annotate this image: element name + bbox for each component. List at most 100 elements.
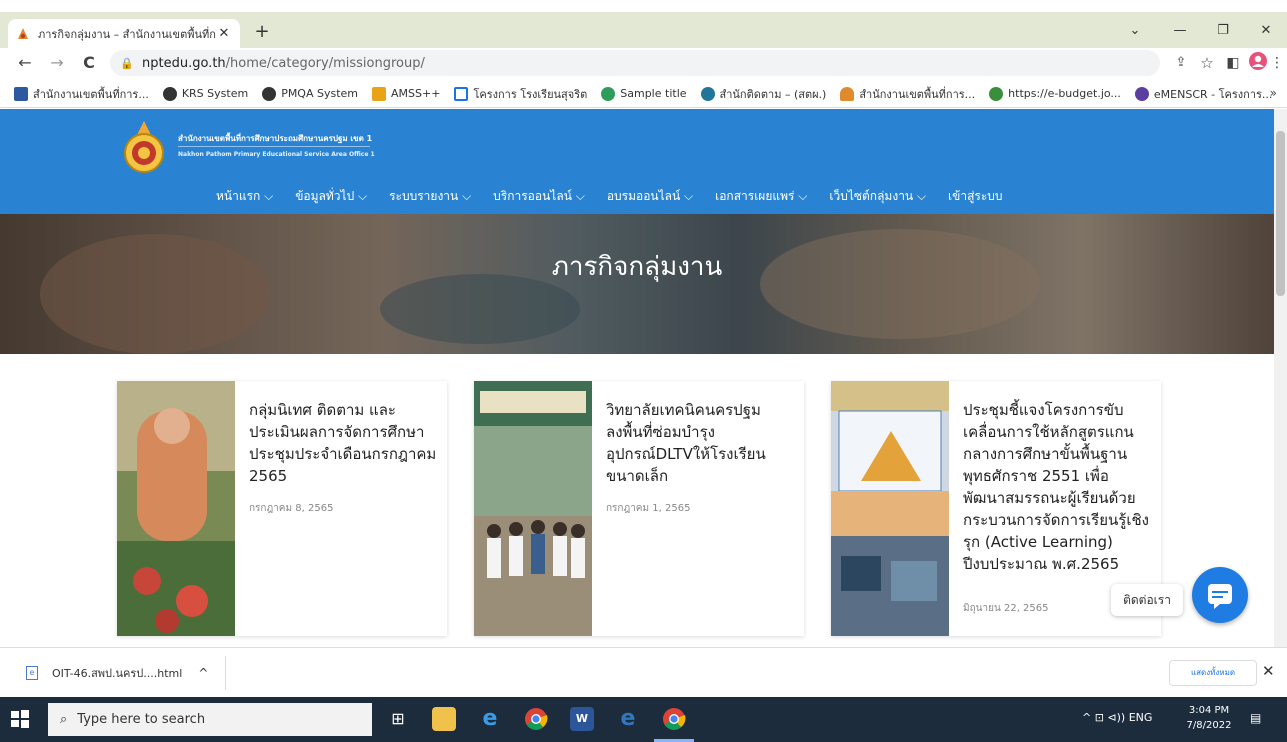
am-icon — [14, 86, 28, 101]
nav-item-publications[interactable]: เอกสารเผยแพร่ ⌵ — [715, 187, 807, 206]
browser-tab[interactable]: ภารกิจกลุ่มงาน – สำนักงานเขตพื้นที่การ ✕ — [8, 19, 240, 48]
bookmark-item[interactable]: โครงการ โรงเรียนสุจริต — [454, 85, 587, 103]
bookmark-item[interactable]: สำนักงานเขตพื้นที่การ... — [840, 85, 975, 103]
bookmarks-bar: สำนักงานเขตพื้นที่การ... KRS System PMQA… — [0, 80, 1287, 108]
navigation-bar: ← → C 🔒 nptedu.go.th/home/category/missi… — [0, 48, 1287, 78]
lock-icon: 🔒 — [120, 56, 134, 70]
menu-kebab-icon[interactable]: ⋮ — [1266, 52, 1287, 74]
nav-item-home[interactable]: หน้าแรก ⌵ — [216, 187, 273, 206]
bookmark-label: eMENSCR - โครงการ... — [1153, 87, 1273, 101]
sample-icon — [601, 86, 616, 101]
bookmark-label: KRS System — [181, 87, 249, 100]
minimize-button[interactable]: — — [1165, 20, 1195, 42]
url-path: /home/category/missiongroup/ — [225, 55, 425, 71]
tab-close-button[interactable]: ✕ — [216, 26, 232, 41]
system-tray[interactable]: ^ ⊡ ⊲)) ENG — [1082, 711, 1152, 724]
chat-bubble-icon — [1208, 584, 1232, 609]
nav-item-group-websites[interactable]: เว็บไซต์กลุ่มงาน ⌵ — [829, 187, 926, 206]
globe-icon — [162, 86, 177, 101]
edge-icon[interactable]: e — [616, 707, 640, 731]
bookmark-item[interactable]: Sample title — [601, 86, 687, 101]
bookmark-item[interactable]: AMSS++ — [372, 86, 441, 101]
bookmark-item[interactable]: สำนักติดตาม – (สตผ.) — [700, 85, 827, 103]
page-viewport: สำนักงานเขตพื้นที่การศึกษาประถมศึกษานครป… — [0, 109, 1274, 647]
seal-icon — [840, 86, 855, 101]
bookmark-label: สำนักติดตาม – (สตผ.) — [719, 87, 827, 101]
contact-us-label[interactable]: ติดต่อเรา — [1111, 584, 1183, 616]
download-item[interactable]: e OIT-46.สพป.นครป....html ^ — [10, 656, 226, 690]
taskbar-clock[interactable]: 3:04 PM 7/8/2022 — [1184, 703, 1234, 733]
page-banner: ภารกิจกลุ่มงาน — [0, 214, 1274, 354]
show-all-downloads-button[interactable]: แสดงทั้งหมด — [1169, 660, 1257, 686]
chevron-up-icon[interactable]: ^ — [198, 666, 208, 680]
clock-time: 3:04 PM — [1188, 705, 1230, 716]
bookmark-label: AMSS++ — [391, 87, 441, 100]
page-title: ภารกิจกลุ่มงาน — [551, 252, 723, 282]
forward-button[interactable]: → — [46, 52, 68, 74]
reload-button[interactable]: C — [78, 52, 100, 74]
side-panel-icon[interactable]: ◧ — [1222, 52, 1244, 74]
download-bar-close-button[interactable]: ✕ — [1262, 662, 1275, 680]
article-card[interactable]: วิทยาลัยเทคนิคนครปฐม ลงพื้นที่ซ่อมบำรุง … — [474, 381, 804, 636]
tab-search-button[interactable]: ⌄ — [1120, 20, 1150, 42]
nav-item-general-info[interactable]: ข้อมูลทั่วไป ⌵ — [295, 187, 367, 206]
taskbar-search-box[interactable]: ⌕ Type here to search — [48, 703, 372, 736]
windows-taskbar: ⌕ Type here to search ⊞ e W e ^ ⊡ ⊲)) EN… — [0, 697, 1287, 742]
search-icon: ⌕ — [60, 712, 68, 727]
html-file-icon: e — [26, 666, 38, 680]
emenscr-icon — [1134, 86, 1149, 101]
new-tab-button[interactable]: + — [250, 20, 274, 44]
nav-item-online-services[interactable]: บริการออนไลน์ ⌵ — [493, 187, 585, 206]
windows-start-icon[interactable] — [10, 709, 30, 729]
bookmark-label: https://e-budget.jo... — [1008, 87, 1121, 100]
download-bar: e OIT-46.สพป.นครป....html ^ แสดงทั้งหมด … — [0, 647, 1287, 697]
bookmark-label: สำนักงานเขตพื้นที่การ... — [859, 87, 976, 101]
file-explorer-icon[interactable] — [432, 707, 456, 731]
tab-title: ภารกิจกลุ่มงาน – สำนักงานเขตพื้นที่การ — [38, 27, 216, 41]
browser-tab-strip: ภารกิจกลุ่มงาน – สำนักงานเขตพื้นที่การ ✕… — [0, 12, 1287, 48]
ebudget-icon — [989, 86, 1004, 101]
notification-center-icon[interactable]: ▤ — [1250, 711, 1266, 727]
site-name-english[interactable]: Nakhon Pathom Primary Educational Servic… — [178, 151, 375, 158]
article-thumbnail[interactable] — [831, 381, 949, 636]
article-thumbnail[interactable] — [117, 381, 235, 636]
bookmark-label: PMQA System — [281, 87, 359, 100]
chrome-active-icon[interactable] — [662, 707, 686, 731]
nav-item-online-training[interactable]: อบรมออนไลน์ ⌵ — [607, 187, 693, 206]
bookmark-item[interactable]: PMQA System — [262, 86, 359, 101]
back-button[interactable]: ← — [14, 52, 36, 74]
calendar-icon — [454, 86, 469, 101]
site-logo-seal-icon[interactable] — [123, 121, 165, 173]
article-title[interactable]: กลุ่มนิเทศ ติดตาม และประเมินผลการจัดการศ… — [249, 399, 437, 487]
bookmark-item[interactable]: KRS System — [162, 86, 249, 101]
window-close-button[interactable]: ✕ — [1251, 20, 1281, 42]
article-title[interactable]: วิทยาลัยเทคนิคนครปฐม ลงพื้นที่ซ่อมบำรุง … — [606, 399, 794, 487]
address-bar[interactable]: 🔒 nptedu.go.th/home/category/missiongrou… — [110, 50, 1160, 76]
internet-explorer-icon[interactable]: e — [478, 707, 502, 731]
page-scrollbar[interactable] — [1274, 109, 1287, 647]
article-date: กรกฎาคม 8, 2565 — [249, 503, 334, 514]
chat-button[interactable] — [1192, 567, 1248, 623]
article-thumbnail[interactable] — [474, 381, 592, 636]
url-host: nptedu.go.th — [142, 55, 226, 71]
bookmark-item[interactable]: eMENSCR - โครงการ... — [1134, 85, 1273, 103]
word-icon[interactable]: W — [570, 707, 594, 731]
nav-item-login[interactable]: เข้าสู่ระบบ — [948, 187, 1003, 206]
task-view-icon[interactable]: ⊞ — [386, 707, 410, 731]
bookmark-item[interactable]: https://e-budget.jo... — [989, 86, 1121, 101]
bookmark-item[interactable]: สำนักงานเขตพื้นที่การ... — [14, 85, 149, 103]
bookmark-star-icon[interactable]: ☆ — [1196, 52, 1218, 74]
taskbar-search-placeholder: Type here to search — [77, 712, 206, 727]
share-icon[interactable]: ⇪ — [1170, 52, 1192, 74]
article-title[interactable]: ประชุมชี้แจงโครงการขับเคลื่อนการใช้หลักส… — [963, 399, 1151, 575]
article-card[interactable]: กลุ่มนิเทศ ติดตาม และประเมินผลการจัดการศ… — [117, 381, 447, 636]
site-header: สำนักงานเขตพื้นที่การศึกษาประถมศึกษานครป… — [0, 109, 1274, 214]
amss-icon — [372, 86, 387, 101]
restore-button[interactable]: ❐ — [1208, 20, 1238, 42]
site-name-thai[interactable]: สำนักงานเขตพื้นที่การศึกษาประถมศึกษานครป… — [178, 132, 372, 145]
nav-item-reporting[interactable]: ระบบรายงาน ⌵ — [389, 187, 471, 206]
scrollbar-thumb[interactable] — [1276, 131, 1285, 296]
bookmarks-more-button[interactable]: » — [1270, 86, 1277, 100]
chrome-icon[interactable] — [524, 707, 548, 731]
seal-icon — [18, 27, 28, 39]
